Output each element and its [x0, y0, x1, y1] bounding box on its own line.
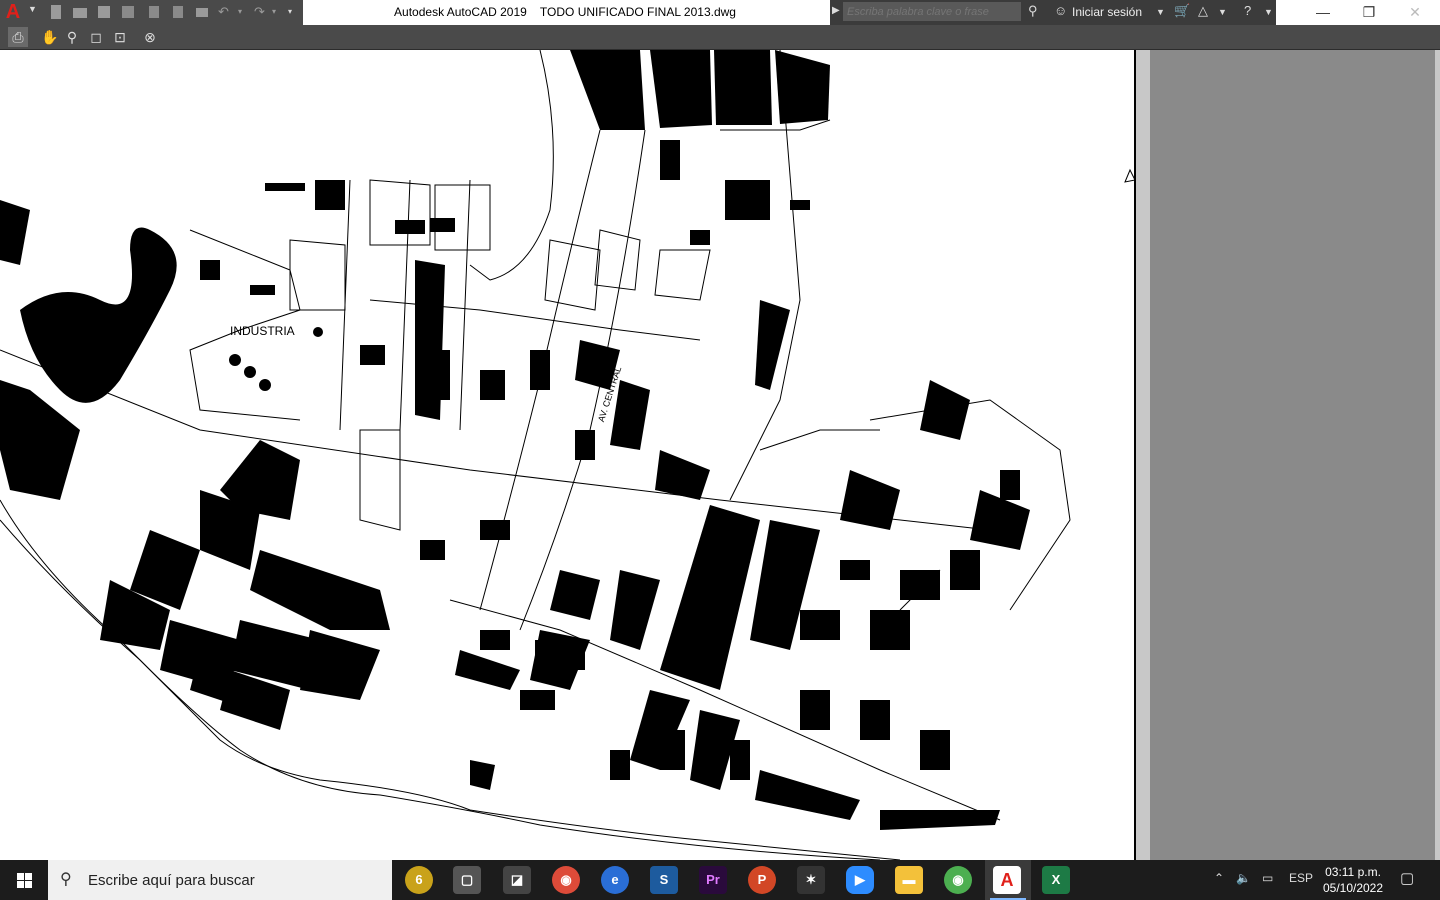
save-as-icon[interactable] [120, 4, 136, 20]
powerpoint-icon[interactable]: P [748, 866, 776, 894]
taskbar-clock[interactable]: 03:11 p.m. 05/10/2022 [1318, 864, 1388, 896]
preview-toolbar: ⎙ ✋ ⚲ ◻ ⊡ ⊗ [0, 25, 1440, 50]
block [610, 570, 660, 650]
save-icon[interactable] [96, 4, 112, 20]
road-line [469, 50, 554, 281]
redo-icon[interactable]: ↷ [254, 4, 270, 20]
block [570, 50, 645, 130]
search-expand-icon[interactable]: ▶ [832, 5, 840, 16]
block [470, 760, 495, 790]
clock-time: 03:11 p.m. [1325, 865, 1381, 879]
file-explorer-icon[interactable]: ▬ [895, 866, 923, 894]
user-icon: ☺ [1054, 3, 1068, 18]
block [550, 570, 600, 620]
lot-outline [654, 249, 711, 301]
tray-expand-icon[interactable]: ⌃ [1214, 871, 1224, 885]
block [714, 50, 772, 125]
block [840, 470, 900, 530]
signin-dropdown-icon[interactable]: ▼ [1156, 7, 1165, 17]
lot-outline [434, 184, 491, 251]
excel-icon[interactable]: X [1042, 866, 1070, 894]
plot-icon[interactable] [194, 4, 210, 20]
zoom-window-icon[interactable]: ◻ [86, 27, 106, 47]
block [250, 550, 390, 630]
autodesk-a360-icon[interactable]: △ [1198, 3, 1208, 19]
redo-dropdown-icon[interactable]: ▾ [272, 4, 288, 20]
search-icon: ⚲ [60, 871, 72, 888]
block [300, 630, 380, 700]
six-icon[interactable]: 6 [405, 866, 433, 894]
capture-icon[interactable]: ◪ [503, 866, 531, 894]
block [455, 650, 520, 690]
open-web-icon[interactable] [146, 4, 162, 20]
help-icon[interactable]: ? [1244, 3, 1251, 18]
pond-shape [20, 227, 177, 403]
volume-icon[interactable]: 🔈 [1236, 871, 1251, 885]
save-web-icon[interactable] [170, 4, 186, 20]
network-tool-icon[interactable]: ✶ [797, 866, 825, 894]
map-label-industria: INDUSTRIA [230, 324, 295, 338]
signin-button[interactable]: Iniciar sesión [1072, 5, 1142, 19]
pan-icon[interactable]: ✋ [40, 27, 60, 47]
notifications-icon[interactable]: ▢ [1400, 869, 1414, 887]
undo-dropdown-icon[interactable]: ▾ [238, 4, 254, 20]
app-window-icon[interactable]: ▢ [453, 866, 481, 894]
windows-taskbar: ⚲ Escribe aquí para buscar 6 ▢ ◪ ◉ e S P… [0, 860, 1440, 900]
network-icon[interactable]: ▭ [1262, 871, 1273, 885]
open-folder-icon[interactable] [72, 4, 88, 20]
customize-qat-icon[interactable]: ▾ [288, 4, 304, 20]
block [0, 200, 30, 265]
autocad-app-menu-icon[interactable]: A [2, 1, 24, 23]
sketchup-icon[interactable]: S [650, 866, 678, 894]
language-indicator[interactable]: ESP [1289, 871, 1313, 885]
taskbar-search-placeholder: Escribe aquí para buscar [88, 872, 255, 889]
block [0, 380, 80, 500]
app-menu-arrow-icon[interactable]: ▼ [28, 4, 44, 20]
block [655, 450, 710, 500]
print-icon[interactable]: ⎙ [8, 27, 28, 47]
block [755, 770, 860, 820]
autocad-icon[interactable]: A [993, 866, 1021, 894]
window-title: Autodesk AutoCAD 2019 TODO UNIFICADO FIN… [394, 5, 736, 19]
lot-outline [544, 239, 601, 311]
search-input[interactable] [843, 2, 1021, 21]
clock-date: 05/10/2022 [1322, 881, 1384, 895]
close-button[interactable]: ✕ [1392, 0, 1438, 25]
a360-dropdown-icon[interactable]: ▼ [1218, 7, 1227, 17]
lot-outline [369, 179, 431, 246]
zoom-original-icon[interactable]: ⊡ [110, 27, 130, 47]
undo-icon[interactable]: ↶ [218, 4, 234, 20]
restore-button[interactable]: ❐ [1346, 0, 1392, 25]
block [660, 505, 760, 690]
drawing-canvas[interactable]: INDUSTRIA AV. CENTRAL [0, 50, 1135, 860]
cart-icon[interactable]: 🛒 [1174, 3, 1190, 19]
binoculars-icon[interactable]: ⚲ [1028, 3, 1038, 19]
road-line [339, 179, 471, 431]
lot-outline [594, 229, 641, 291]
block [650, 50, 712, 128]
chrome-icon[interactable]: ◉ [552, 866, 580, 894]
zoom-icon[interactable]: ⚲ [62, 27, 82, 47]
help-dropdown-icon[interactable]: ▼ [1264, 7, 1273, 17]
city-map-drawing [0, 50, 1135, 860]
edge-icon[interactable]: e [601, 866, 629, 894]
quick-access-toolbar: A ▼ ↶ ▾ ↷ ▾ ▾ [0, 0, 303, 25]
windows-start-icon[interactable] [0, 860, 48, 900]
minimize-button[interactable]: — [1300, 0, 1346, 25]
preview-shadow-area [1150, 50, 1435, 860]
premiere-icon[interactable]: Pr [699, 866, 727, 894]
chrome-profile-icon[interactable]: ◉ [944, 866, 972, 894]
zoom-icon[interactable]: ▶ [846, 866, 874, 894]
close-preview-icon[interactable]: ⊗ [140, 27, 160, 47]
lot-outline [289, 239, 346, 311]
title-bar: A ▼ ↶ ▾ ↷ ▾ ▾ Autodesk AutoCAD 2019 TODO… [0, 0, 1440, 26]
new-file-icon[interactable] [48, 4, 64, 20]
lot-outline [359, 429, 401, 531]
